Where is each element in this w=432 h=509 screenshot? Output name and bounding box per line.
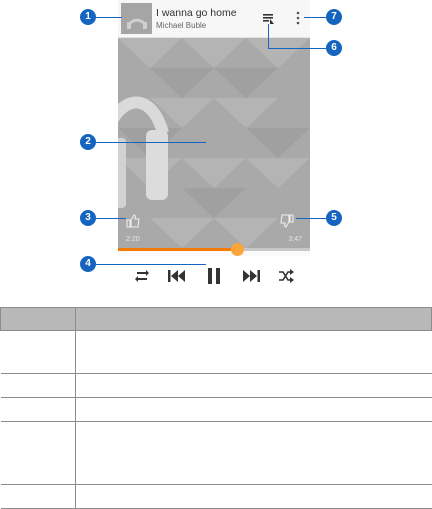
song-title: I wanna go home <box>156 7 237 19</box>
now-playing-bar[interactable]: I wanna go home Michael Buble <box>118 0 310 38</box>
seek-bar[interactable] <box>118 243 310 256</box>
shuffle-icon[interactable] <box>276 265 296 287</box>
album-art: 2:20 3:47 <box>118 38 310 248</box>
table-cell-function <box>75 397 432 422</box>
album-thumbnail[interactable] <box>121 3 152 34</box>
thumb-down-icon[interactable] <box>280 214 294 228</box>
total-time: 3:47 <box>288 236 302 243</box>
table-cell-number <box>0 484 76 509</box>
callout-4-leader <box>96 264 206 265</box>
table-row <box>0 397 432 422</box>
queue-icon[interactable] <box>263 12 275 24</box>
callout-6: 6 <box>326 40 342 56</box>
pause-icon[interactable] <box>204 265 224 287</box>
callout-7: 7 <box>326 9 342 25</box>
previous-icon[interactable] <box>166 265 188 287</box>
more-menu-icon[interactable] <box>295 11 301 25</box>
table-row <box>0 330 432 374</box>
music-player-screenshot: I wanna go home Michael Buble 2:20 3:47 <box>118 0 310 296</box>
artist-name: Michael Buble <box>156 21 207 30</box>
table-row <box>0 373 432 398</box>
callout-5: 5 <box>326 210 342 226</box>
callout-3-leader <box>96 218 126 219</box>
table-row <box>0 421 432 485</box>
seek-bar-fill <box>118 248 238 251</box>
table-cell-function <box>75 421 432 485</box>
elapsed-time: 2:20 <box>126 236 140 243</box>
callout-5-leader <box>296 218 326 219</box>
table-cell-function <box>75 330 432 374</box>
callout-6-leader <box>268 48 326 49</box>
table-cell-function <box>75 373 432 398</box>
callout-1: 1 <box>80 9 96 25</box>
table-header-number <box>0 307 76 331</box>
table-row <box>0 484 432 509</box>
table-header-function <box>75 307 432 331</box>
table-header-row <box>0 307 432 331</box>
callout-3: 3 <box>80 210 96 226</box>
table-cell-number <box>0 373 76 398</box>
callout-6-leader-vertical <box>268 24 269 48</box>
callout-1-leader <box>96 17 122 18</box>
callout-4: 4 <box>80 256 96 272</box>
table-cell-number <box>0 421 76 485</box>
table-cell-function <box>75 484 432 509</box>
table-cell-number <box>0 330 76 374</box>
repeat-icon[interactable] <box>132 265 152 287</box>
legend-table <box>0 307 432 509</box>
thumb-up-icon[interactable] <box>126 214 140 228</box>
seek-bar-handle[interactable] <box>231 243 245 256</box>
table-cell-number <box>0 397 76 422</box>
callout-2: 2 <box>80 134 96 150</box>
callout-7-leader <box>304 17 326 18</box>
playback-controls <box>118 256 310 296</box>
next-icon[interactable] <box>240 265 262 287</box>
callout-2-leader <box>96 142 206 143</box>
